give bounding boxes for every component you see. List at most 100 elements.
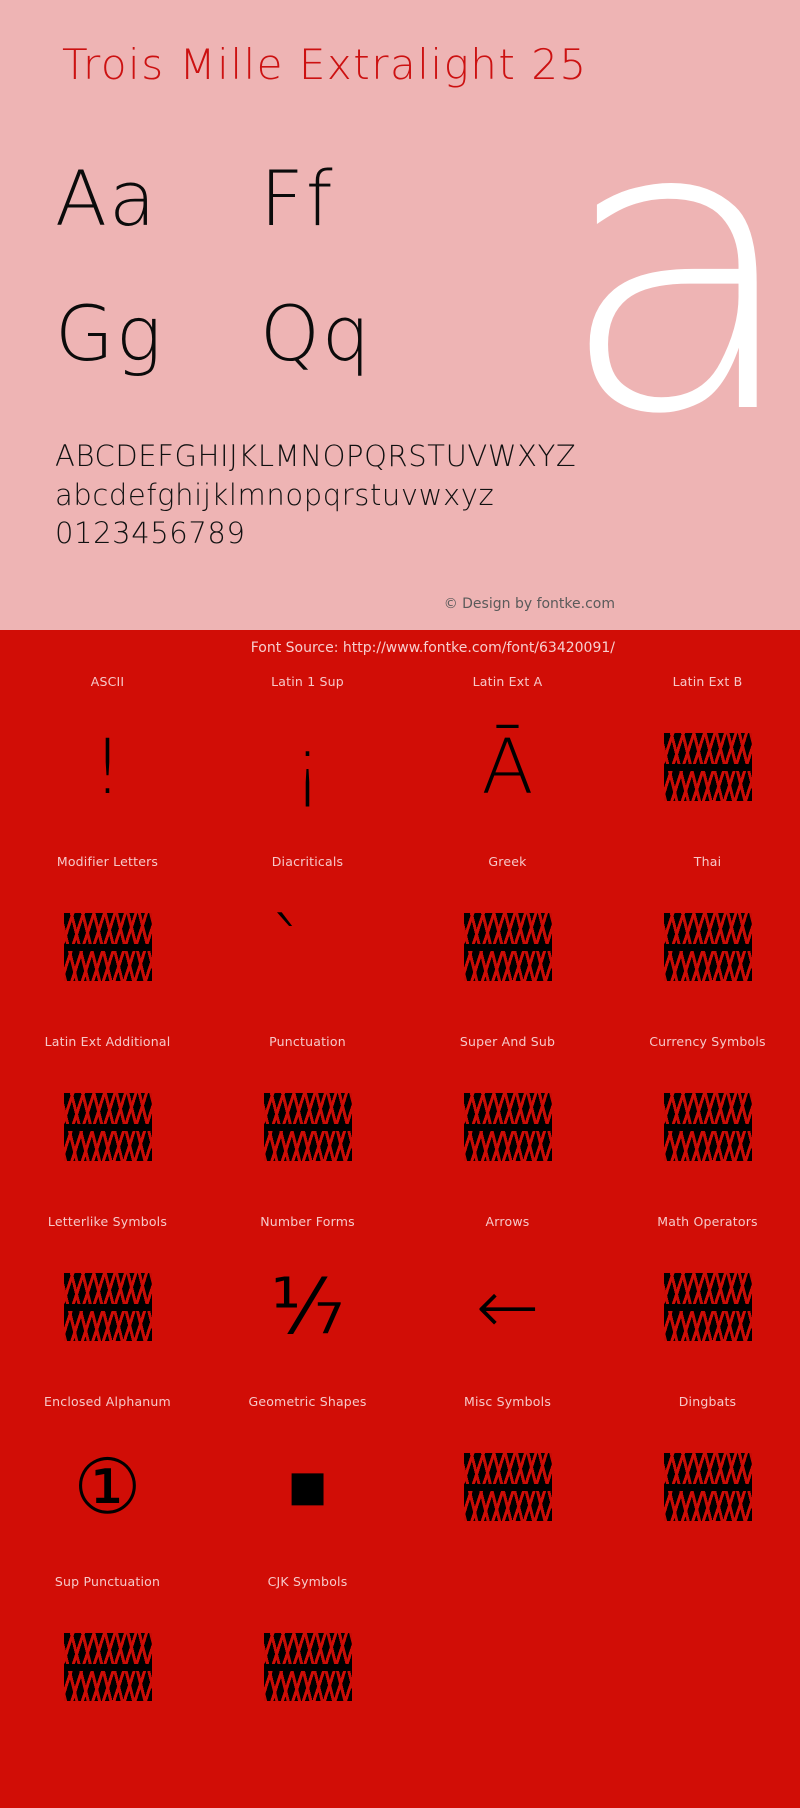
missing-glyph-block-icon <box>463 1453 552 1521</box>
font-source-link[interactable]: Font Source: http://www.fontke.com/font/… <box>251 640 615 656</box>
coverage-block-sample: ① <box>15 1412 200 1562</box>
coverage-block-label: Super And Sub <box>459 1034 556 1049</box>
missing-glyph-block-icon <box>463 1093 552 1161</box>
coverage-block: Thai <box>615 852 800 1032</box>
letter-pair-Ff: Ff <box>260 154 335 243</box>
coverage-block-sample: ⅐ <box>215 1232 400 1382</box>
coverage-block-label: Diacriticals <box>271 854 344 869</box>
coverage-block: Math Operators <box>615 1212 800 1392</box>
coverage-block-label: Modifier Letters <box>56 854 159 869</box>
coverage-block-sample <box>15 872 200 1022</box>
coverage-block-sample <box>615 1412 800 1562</box>
coverage-block-label: CJK Symbols <box>267 1574 348 1589</box>
coverage-block-sample: ¡ <box>215 692 400 842</box>
coverage-block-sample <box>615 1232 800 1382</box>
missing-glyph-block-icon <box>63 1633 152 1701</box>
coverage-block-label: Latin Ext B <box>672 674 743 689</box>
coverage-sample-glyph: ■ <box>287 1448 328 1525</box>
coverage-block-sample <box>415 1052 600 1202</box>
coverage-block: Modifier Letters <box>15 852 200 1032</box>
coverage-sample-glyph: Ā <box>481 722 534 811</box>
coverage-sample-glyph: ⅐ <box>270 1262 345 1351</box>
alphabet-block: ABCDEFGHIJKLMNOPQRSTUVWXYZ abcdefghijklm… <box>55 437 755 553</box>
coverage-block: Misc Symbols <box>415 1392 600 1572</box>
coverage-sample-glyph: ¡ <box>292 722 323 811</box>
missing-glyph-block-icon <box>263 1093 352 1161</box>
alphabet-uppercase: ABCDEFGHIJKLMNOPQRSTUVWXYZ <box>55 439 577 473</box>
letter-pair-grid: Aa Ff Gg Qq <box>55 155 475 425</box>
coverage-block: Diacriticals̀ <box>215 852 400 1032</box>
coverage-sample-glyph: ① <box>73 1442 142 1531</box>
coverage-block-label: Latin 1 Sup <box>271 674 344 689</box>
coverage-block-label: Punctuation <box>269 1034 346 1049</box>
large-specimen-glyph: a <box>556 37 800 502</box>
letter-pair-row: Gg Qq <box>55 290 475 425</box>
coverage-block-sample <box>415 872 600 1022</box>
coverage-block: Latin 1 Sup ¡ <box>215 672 400 852</box>
missing-glyph-block-icon <box>663 1453 752 1521</box>
coverage-block-sample <box>215 1052 400 1202</box>
letter-pair-Aa: Aa <box>55 154 158 243</box>
coverage-block: Greek <box>415 852 600 1032</box>
coverage-block: Sup Punctuation <box>15 1572 200 1752</box>
coverage-block-sample: Ā <box>415 692 600 842</box>
coverage-block-sample: ! <box>15 692 200 842</box>
letter-pair-Gg: Gg <box>55 289 164 378</box>
page-title: Trois Mille Extralight 25 <box>62 40 588 89</box>
coverage-block-label: Letterlike Symbols <box>47 1214 168 1229</box>
coverage-block: Latin Ext B <box>615 672 800 852</box>
coverage-block-sample <box>615 872 800 1022</box>
coverage-block-sample <box>415 1412 600 1562</box>
coverage-block-sample <box>15 1052 200 1202</box>
coverage-block-label: Thai <box>693 854 722 869</box>
coverage-block-sample <box>215 1592 400 1742</box>
unicode-coverage-panel: Font Source: http://www.fontke.com/font/… <box>0 630 800 1808</box>
alphabet-digits: 0123456789 <box>55 516 246 551</box>
coverage-block-label: Latin Ext Additional <box>44 1034 171 1049</box>
coverage-block: Punctuation <box>215 1032 400 1212</box>
letter-pair-Qq: Qq <box>260 289 373 378</box>
coverage-block-label: Latin Ext A <box>472 674 543 689</box>
coverage-block: Letterlike Symbols <box>15 1212 200 1392</box>
coverage-block: CJK Symbols <box>215 1572 400 1752</box>
coverage-block-label: ASCII <box>90 674 125 689</box>
coverage-block-sample: ■ <box>215 1412 400 1562</box>
coverage-block-label: Misc Symbols <box>463 1394 552 1409</box>
coverage-block: ASCII! <box>15 672 200 852</box>
coverage-block: Number Forms ⅐ <box>215 1212 400 1392</box>
coverage-block: Dingbats <box>615 1392 800 1572</box>
alphabet-lowercase: abcdefghijklmnopqrstuvwxyz <box>55 477 495 512</box>
coverage-block: Enclosed Alphanum ① <box>15 1392 200 1572</box>
missing-glyph-block-icon <box>663 1093 752 1161</box>
coverage-block-sample <box>615 1052 800 1202</box>
coverage-block: Geometric Shapes ■ <box>215 1392 400 1572</box>
coverage-block-label: Dingbats <box>678 1394 737 1409</box>
coverage-block-label: Arrows <box>485 1214 530 1229</box>
coverage-block-label: Sup Punctuation <box>54 1574 161 1589</box>
coverage-block-label: Math Operators <box>657 1214 758 1229</box>
coverage-block-label: Number Forms <box>260 1214 355 1229</box>
coverage-block-sample: ← <box>415 1232 600 1382</box>
missing-glyph-block-icon <box>263 1633 352 1701</box>
coverage-grid: ASCII! Latin 1 Sup ¡ Latin Ext A Ā Latin Ext … <box>0 672 800 1752</box>
coverage-block: Currency Symbols <box>615 1032 800 1212</box>
missing-glyph-block-icon <box>63 1273 152 1341</box>
missing-glyph-block-icon <box>663 733 752 801</box>
coverage-block-label: Geometric Shapes <box>248 1394 367 1409</box>
coverage-block: Latin Ext A Ā <box>415 672 600 852</box>
copyright-notice: © Design by fontke.com <box>443 596 615 612</box>
missing-glyph-block-icon <box>463 913 552 981</box>
font-specimen-panel: Trois Mille Extralight 25 a Aa Ff Gg Qq … <box>0 0 800 630</box>
coverage-sample-glyph: ← <box>475 1262 540 1351</box>
coverage-sample-glyph: ! <box>92 722 123 811</box>
coverage-block-sample <box>15 1232 200 1382</box>
coverage-block: Arrows ← <box>415 1212 600 1392</box>
letter-pair-row: Aa Ff <box>55 155 475 290</box>
missing-glyph-block-icon <box>63 913 152 981</box>
missing-glyph-block-icon <box>663 1273 752 1341</box>
coverage-block-label: Enclosed Alphanum <box>44 1394 171 1409</box>
coverage-block: Latin Ext Additional <box>15 1032 200 1212</box>
missing-glyph-block-icon <box>63 1093 152 1161</box>
coverage-block-label: Greek <box>488 854 527 869</box>
coverage-block-sample <box>615 692 800 842</box>
